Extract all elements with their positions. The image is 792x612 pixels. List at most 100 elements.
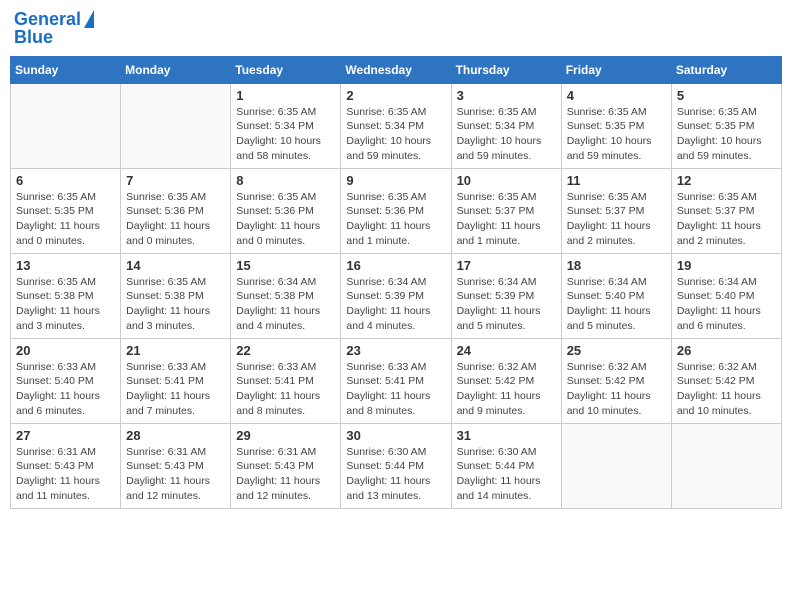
day-number: 29 <box>236 428 335 443</box>
day-info: Sunrise: 6:31 AMSunset: 5:43 PMDaylight:… <box>236 445 335 504</box>
calendar-cell: 4Sunrise: 6:35 AMSunset: 5:35 PMDaylight… <box>561 83 671 168</box>
calendar-cell: 31 Sunrise: 6:30 AMSunset: 5:44 PMDayligh… <box>451 423 561 508</box>
calendar-cell: 15 Sunrise: 6:34 AMSunset: 5:38 PMDayligh… <box>231 253 341 338</box>
day-number: 12 <box>677 173 776 188</box>
logo-text-line2: Blue <box>14 28 94 48</box>
week-row-4: 20Sunrise: 6:33 AMSunset: 5:40 PMDayligh… <box>11 338 782 423</box>
calendar-cell: 9 Sunrise: 6:35 AMSunset: 5:36 PMDaylight… <box>341 168 451 253</box>
calendar-cell: 21 Sunrise: 6:33 AMSunset: 5:41 PMDayligh… <box>121 338 231 423</box>
calendar-cell: 12 Sunrise: 6:35 AMSunset: 5:37 PMDayligh… <box>671 168 781 253</box>
logo: General Blue <box>14 10 94 48</box>
day-number: 24 <box>457 343 556 358</box>
day-number: 19 <box>677 258 776 273</box>
calendar-cell <box>121 83 231 168</box>
page-header: General Blue <box>10 10 782 48</box>
col-header-tuesday: Tuesday <box>231 56 341 83</box>
day-info: Sunrise: 6:35 AMSunset: 5:34 PMDaylight:… <box>346 105 445 164</box>
day-info: Sunrise: 6:32 AMSunset: 5:42 PMDaylight:… <box>567 360 666 419</box>
day-info: Sunrise: 6:33 AMSunset: 5:41 PMDaylight:… <box>236 360 335 419</box>
day-info: Sunrise: 6:32 AMSunset: 5:42 PMDaylight:… <box>457 360 556 419</box>
week-row-3: 13 Sunrise: 6:35 AMSunset: 5:38 PMDayligh… <box>11 253 782 338</box>
day-number: 7 <box>126 173 225 188</box>
day-number: 25 <box>567 343 666 358</box>
day-info: Sunrise: 6:35 AMSunset: 5:37 PMDaylight:… <box>677 190 776 249</box>
day-info: Sunrise: 6:35 AMSunset: 5:36 PMDaylight:… <box>236 190 335 249</box>
calendar-cell: 14Sunrise: 6:35 AMSunset: 5:38 PMDayligh… <box>121 253 231 338</box>
day-number: 15 <box>236 258 335 273</box>
calendar-cell: 8 Sunrise: 6:35 AMSunset: 5:36 PMDaylight… <box>231 168 341 253</box>
calendar-cell: 27 Sunrise: 6:31 AMSunset: 5:43 PMDayligh… <box>11 423 121 508</box>
day-info: Sunrise: 6:35 AMSunset: 5:35 PMDaylight:… <box>16 190 115 249</box>
week-row-1: 1 Sunrise: 6:35 AMSunset: 5:34 PMDaylight… <box>11 83 782 168</box>
calendar-cell: 29 Sunrise: 6:31 AMSunset: 5:43 PMDayligh… <box>231 423 341 508</box>
calendar-cell: 28Sunrise: 6:31 AMSunset: 5:43 PMDayligh… <box>121 423 231 508</box>
day-number: 4 <box>567 88 666 103</box>
day-number: 21 <box>126 343 225 358</box>
calendar-header-row: SundayMondayTuesdayWednesdayThursdayFrid… <box>11 56 782 83</box>
day-number: 10 <box>457 173 556 188</box>
day-info: Sunrise: 6:31 AMSunset: 5:43 PMDaylight:… <box>16 445 115 504</box>
day-info: Sunrise: 6:32 AMSunset: 5:42 PMDaylight:… <box>677 360 776 419</box>
day-number: 11 <box>567 173 666 188</box>
day-info: Sunrise: 6:34 AMSunset: 5:38 PMDaylight:… <box>236 275 335 334</box>
day-info: Sunrise: 6:35 AMSunset: 5:34 PMDaylight:… <box>236 105 335 164</box>
day-info: Sunrise: 6:35 AMSunset: 5:37 PMDaylight:… <box>567 190 666 249</box>
day-number: 27 <box>16 428 115 443</box>
col-header-monday: Monday <box>121 56 231 83</box>
day-number: 1 <box>236 88 335 103</box>
day-number: 22 <box>236 343 335 358</box>
calendar-cell <box>671 423 781 508</box>
day-info: Sunrise: 6:35 AMSunset: 5:37 PMDaylight:… <box>457 190 556 249</box>
calendar-cell: 20Sunrise: 6:33 AMSunset: 5:40 PMDayligh… <box>11 338 121 423</box>
day-info: Sunrise: 6:30 AMSunset: 5:44 PMDaylight:… <box>346 445 445 504</box>
day-info: Sunrise: 6:35 AMSunset: 5:38 PMDaylight:… <box>126 275 225 334</box>
day-number: 9 <box>346 173 445 188</box>
col-header-friday: Friday <box>561 56 671 83</box>
day-number: 17 <box>457 258 556 273</box>
day-info: Sunrise: 6:33 AMSunset: 5:40 PMDaylight:… <box>16 360 115 419</box>
week-row-5: 27 Sunrise: 6:31 AMSunset: 5:43 PMDayligh… <box>11 423 782 508</box>
calendar-cell: 23Sunrise: 6:33 AMSunset: 5:41 PMDayligh… <box>341 338 451 423</box>
day-info: Sunrise: 6:35 AMSunset: 5:36 PMDaylight:… <box>346 190 445 249</box>
calendar-cell <box>11 83 121 168</box>
calendar-cell: 19Sunrise: 6:34 AMSunset: 5:40 PMDayligh… <box>671 253 781 338</box>
day-number: 8 <box>236 173 335 188</box>
calendar-cell: 7Sunrise: 6:35 AMSunset: 5:36 PMDaylight… <box>121 168 231 253</box>
calendar-cell: 2 Sunrise: 6:35 AMSunset: 5:34 PMDaylight… <box>341 83 451 168</box>
day-info: Sunrise: 6:35 AMSunset: 5:34 PMDaylight:… <box>457 105 556 164</box>
calendar-cell: 1 Sunrise: 6:35 AMSunset: 5:34 PMDaylight… <box>231 83 341 168</box>
calendar-cell: 16 Sunrise: 6:34 AMSunset: 5:39 PMDayligh… <box>341 253 451 338</box>
day-number: 5 <box>677 88 776 103</box>
day-number: 31 <box>457 428 556 443</box>
calendar-cell: 3 Sunrise: 6:35 AMSunset: 5:34 PMDaylight… <box>451 83 561 168</box>
calendar-cell: 6 Sunrise: 6:35 AMSunset: 5:35 PMDaylight… <box>11 168 121 253</box>
day-info: Sunrise: 6:34 AMSunset: 5:40 PMDaylight:… <box>567 275 666 334</box>
col-header-saturday: Saturday <box>671 56 781 83</box>
day-number: 18 <box>567 258 666 273</box>
calendar-cell: 10 Sunrise: 6:35 AMSunset: 5:37 PMDayligh… <box>451 168 561 253</box>
calendar-table: SundayMondayTuesdayWednesdayThursdayFrid… <box>10 56 782 509</box>
calendar-cell: 26 Sunrise: 6:32 AMSunset: 5:42 PMDayligh… <box>671 338 781 423</box>
col-header-sunday: Sunday <box>11 56 121 83</box>
col-header-thursday: Thursday <box>451 56 561 83</box>
day-number: 26 <box>677 343 776 358</box>
day-info: Sunrise: 6:34 AMSunset: 5:39 PMDaylight:… <box>457 275 556 334</box>
day-number: 16 <box>346 258 445 273</box>
logo-triangle-icon <box>84 10 94 28</box>
calendar-cell <box>561 423 671 508</box>
day-number: 6 <box>16 173 115 188</box>
day-number: 13 <box>16 258 115 273</box>
calendar-cell: 17 Sunrise: 6:34 AMSunset: 5:39 PMDayligh… <box>451 253 561 338</box>
week-row-2: 6 Sunrise: 6:35 AMSunset: 5:35 PMDaylight… <box>11 168 782 253</box>
calendar-cell: 25 Sunrise: 6:32 AMSunset: 5:42 PMDayligh… <box>561 338 671 423</box>
day-info: Sunrise: 6:33 AMSunset: 5:41 PMDaylight:… <box>126 360 225 419</box>
day-info: Sunrise: 6:35 AMSunset: 5:35 PMDaylight:… <box>677 105 776 164</box>
day-number: 3 <box>457 88 556 103</box>
calendar-cell: 22 Sunrise: 6:33 AMSunset: 5:41 PMDayligh… <box>231 338 341 423</box>
day-info: Sunrise: 6:30 AMSunset: 5:44 PMDaylight:… <box>457 445 556 504</box>
day-info: Sunrise: 6:34 AMSunset: 5:39 PMDaylight:… <box>346 275 445 334</box>
calendar-cell: 18 Sunrise: 6:34 AMSunset: 5:40 PMDayligh… <box>561 253 671 338</box>
day-number: 2 <box>346 88 445 103</box>
calendar-cell: 5 Sunrise: 6:35 AMSunset: 5:35 PMDaylight… <box>671 83 781 168</box>
day-info: Sunrise: 6:31 AMSunset: 5:43 PMDaylight:… <box>126 445 225 504</box>
